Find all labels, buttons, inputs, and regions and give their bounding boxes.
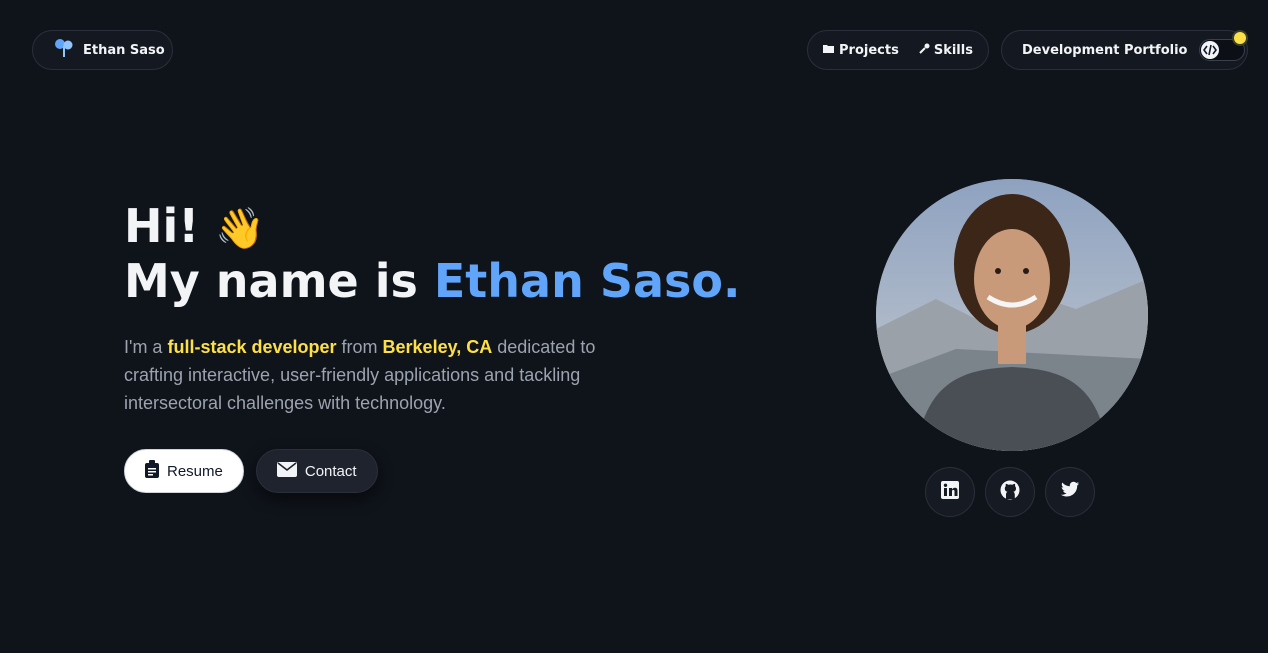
wrench-icon bbox=[919, 43, 930, 58]
nav-projects-label: Projects bbox=[839, 42, 899, 58]
folder-icon bbox=[823, 43, 835, 58]
twitter-button[interactable] bbox=[1045, 467, 1095, 517]
linkedin-button[interactable] bbox=[925, 467, 975, 517]
envelope-icon bbox=[276, 461, 297, 481]
bio-text: I'm a full-stack developer from Berkeley… bbox=[124, 333, 644, 417]
hero-actions: Resume Contact bbox=[124, 449, 744, 493]
bio-highlight-location: Berkeley, CA bbox=[382, 337, 493, 357]
main-nav: Projects Skills bbox=[807, 30, 989, 70]
profile-photo bbox=[876, 179, 1148, 451]
name-prefix: My name is bbox=[124, 254, 434, 308]
contact-button[interactable]: Contact bbox=[255, 449, 378, 493]
mode-toggle[interactable] bbox=[1199, 32, 1247, 61]
bio-part: I'm a bbox=[124, 337, 168, 357]
nav-skills[interactable]: Skills bbox=[919, 43, 973, 58]
resume-label: Resume bbox=[167, 462, 223, 480]
code-icon bbox=[1201, 41, 1220, 59]
tree-icon bbox=[53, 37, 75, 63]
bio-highlight-role: full-stack developer bbox=[167, 337, 337, 357]
nav-projects[interactable]: Projects bbox=[823, 43, 899, 58]
clipboard-icon bbox=[145, 460, 159, 482]
twitter-icon bbox=[1060, 481, 1080, 503]
mode-indicator-dot bbox=[1234, 32, 1247, 44]
nav-skills-label: Skills bbox=[933, 42, 973, 58]
greeting: Hi! bbox=[124, 199, 200, 253]
contact-label: Contact bbox=[304, 462, 357, 480]
brand-pill[interactable]: Ethan Saso bbox=[32, 30, 173, 70]
github-button[interactable] bbox=[985, 467, 1035, 517]
waving-hand-icon: 👋 bbox=[215, 206, 266, 252]
mode-label: Development Portfolio bbox=[1022, 42, 1188, 58]
hero-name: Ethan Saso. bbox=[433, 254, 741, 308]
github-icon bbox=[1000, 480, 1020, 504]
social-links bbox=[925, 467, 1095, 517]
hero-heading: Hi! 👋 My name is Ethan Saso. bbox=[124, 200, 744, 307]
bio-part: from bbox=[336, 337, 383, 357]
linkedin-icon bbox=[941, 481, 959, 503]
hero-section: Hi! 👋 My name is Ethan Saso. I'm a full-s… bbox=[124, 200, 744, 493]
brand-name: Ethan Saso bbox=[83, 42, 165, 58]
mode-pill: Development Portfolio bbox=[1001, 30, 1248, 70]
resume-button[interactable]: Resume bbox=[124, 449, 244, 493]
